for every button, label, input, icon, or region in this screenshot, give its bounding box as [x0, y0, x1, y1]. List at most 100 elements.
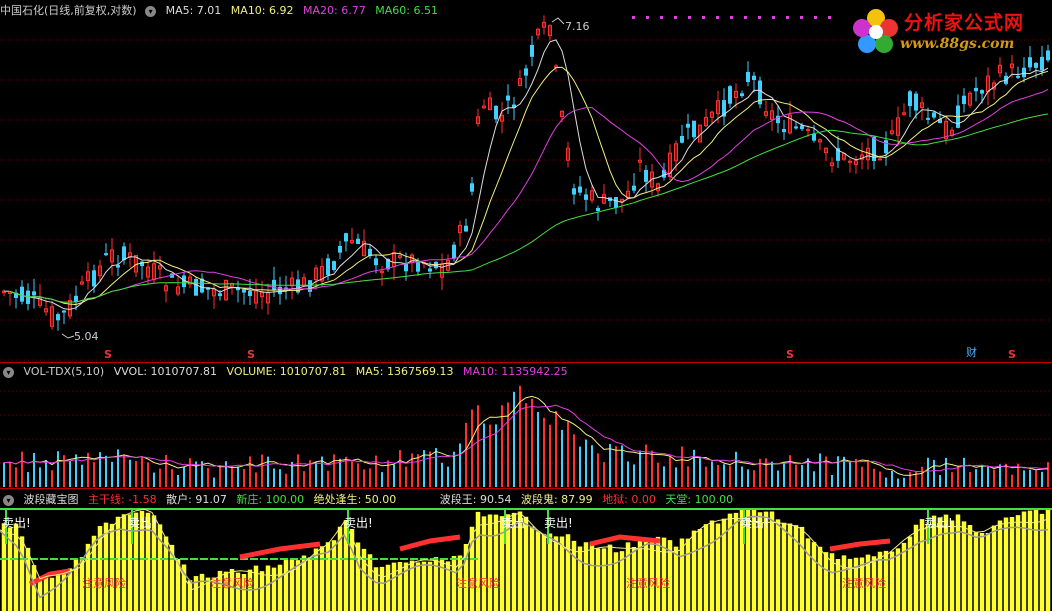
- candlestick: [452, 244, 456, 259]
- ma60-line: [3, 113, 1049, 303]
- signal-dot: [828, 16, 831, 19]
- candlestick: [740, 93, 744, 97]
- collapse-toggle-icon[interactable]: ▾: [145, 6, 157, 17]
- wave-plot[interactable]: 卖出! 卖出! 卖出! 卖出! 卖出! 卖出! 卖出! 注意风险 注意风险 注意风险 注意风险 注意风…: [0, 489, 1052, 611]
- price-chart-panel[interactable]: 中国石化(日线,前复权,对数) ▾ MA5: 7.01 MA10: 6.92 M…: [0, 0, 1052, 362]
- sell-signal-label: 卖出!: [501, 516, 530, 530]
- candlestick: [374, 258, 378, 266]
- candlestick: [752, 75, 756, 81]
- candlestick: [326, 258, 330, 275]
- signal-dot: [814, 16, 817, 19]
- candlestick: [782, 129, 786, 133]
- candlestick: [332, 261, 336, 270]
- high-price-label: 7.16: [565, 20, 590, 33]
- candlestick: [980, 90, 984, 94]
- low-price-label: 5.04: [74, 330, 99, 343]
- sell-signal-label: 卖出!: [544, 516, 573, 530]
- ma20-label: MA20: 6.77: [303, 4, 366, 17]
- main-line-label: 主干线: -1.58: [88, 493, 157, 506]
- signal-dot: [744, 16, 747, 19]
- candlestick: [524, 68, 528, 76]
- candlestick: [404, 263, 408, 272]
- candlestick: [92, 270, 96, 287]
- candlestick: [74, 295, 78, 302]
- vol-ma5-label: MA5: 1367569.13: [355, 365, 454, 378]
- wave-indicator-panel[interactable]: ▾ 波段藏宝图 主干线: -1.58 散户: 91.07 新庄: 100.00 …: [0, 488, 1052, 611]
- candlestick: [812, 134, 816, 141]
- vol-ma10-label: MA10: 1135942.25: [462, 365, 568, 378]
- main-line-segment: [239, 541, 321, 560]
- candlestick: [926, 117, 930, 120]
- candlestick: [728, 86, 732, 104]
- candlestick: [416, 262, 420, 272]
- volume-panel[interactable]: ▾ VOL-TDX(5,10) VVOL: 1010707.81 VOLUME:…: [0, 362, 1052, 489]
- candlestick: [218, 293, 222, 297]
- volume-label: VOLUME: 1010707.81: [226, 365, 347, 378]
- heaven-label: 天堂: 100.00: [665, 493, 734, 506]
- candlestick: [62, 310, 66, 313]
- candlestick: [680, 136, 684, 143]
- high-price-pointer: [551, 17, 565, 25]
- candlestick: [692, 120, 696, 138]
- candlestick: [122, 246, 126, 261]
- volume-plot[interactable]: [0, 363, 1052, 489]
- revival-label: 绝处逢生: 50.00: [313, 493, 397, 506]
- site-logo: 分析家公式网 www.88gs.com: [850, 4, 1046, 60]
- candlestick: [806, 129, 810, 132]
- candlestick: [800, 125, 804, 130]
- signal-dot: [688, 16, 691, 19]
- sell-signal-label: 卖出!: [128, 516, 157, 530]
- signal-dot: [800, 16, 803, 19]
- sell-signal-label: 卖出!: [344, 516, 373, 530]
- finance-marker: 财: [966, 346, 977, 359]
- sell-signal-label: 卖出!: [740, 516, 769, 530]
- new-dealer-label: 新庄: 100.00: [236, 493, 305, 506]
- candlestick: [974, 87, 978, 92]
- vol-tdx-label: VOL-TDX(5,10): [23, 365, 105, 378]
- candlestick: [584, 194, 588, 200]
- s-marker: S: [104, 348, 112, 361]
- main-line-segment: [589, 534, 661, 547]
- signal-dot: [674, 16, 677, 19]
- candlestick: [494, 105, 498, 120]
- s-marker: S: [1008, 348, 1016, 361]
- signal-dot: [786, 16, 789, 19]
- collapse-toggle-icon[interactable]: ▾: [3, 367, 14, 378]
- candlestick: [20, 286, 24, 302]
- candlestick: [1016, 75, 1020, 78]
- candlestick: [1046, 50, 1050, 61]
- signal-dot: [772, 16, 775, 19]
- s-marker: S: [786, 348, 794, 361]
- sell-signal-label: 卖出!: [924, 516, 953, 530]
- wave-ghost-label: 波段鬼: 87.99: [520, 493, 593, 506]
- wave-king-label: 波段王: 90.54: [439, 493, 512, 506]
- candlestick: [962, 95, 966, 105]
- candlestick: [596, 207, 600, 212]
- candlestick: [632, 185, 636, 191]
- candlestick: [914, 93, 918, 111]
- candlestick: [344, 233, 348, 242]
- risk-warning-label: 注意风险: [626, 576, 670, 590]
- candlestick: [356, 238, 360, 245]
- candlestick: [578, 186, 582, 193]
- logo-title: 分析家公式网: [904, 12, 1025, 34]
- ma10-label: MA10: 6.92: [230, 4, 294, 17]
- signal-dot: [660, 16, 663, 19]
- candlestick: [932, 112, 936, 118]
- volume-indicator-header: ▾ VOL-TDX(5,10) VVOL: 1010707.81 VOLUME:…: [0, 365, 574, 381]
- candlestick: [614, 196, 618, 208]
- candlestick: [200, 278, 204, 293]
- main-line-segment: [829, 538, 891, 552]
- candlestick: [686, 123, 690, 128]
- candlestick: [884, 140, 888, 154]
- signal-dot: [646, 16, 649, 19]
- symbol-label: 中国石化(日线,前复权,对数): [0, 4, 137, 17]
- candlestick: [368, 248, 372, 257]
- signal-dot: [702, 16, 705, 19]
- candlestick: [1034, 62, 1038, 68]
- collapse-toggle-icon[interactable]: ▾: [3, 495, 14, 506]
- signal-dot: [632, 16, 635, 19]
- candlestick: [464, 225, 468, 232]
- signal-dot: [716, 16, 719, 19]
- risk-warning-label: 注意风险: [82, 576, 126, 590]
